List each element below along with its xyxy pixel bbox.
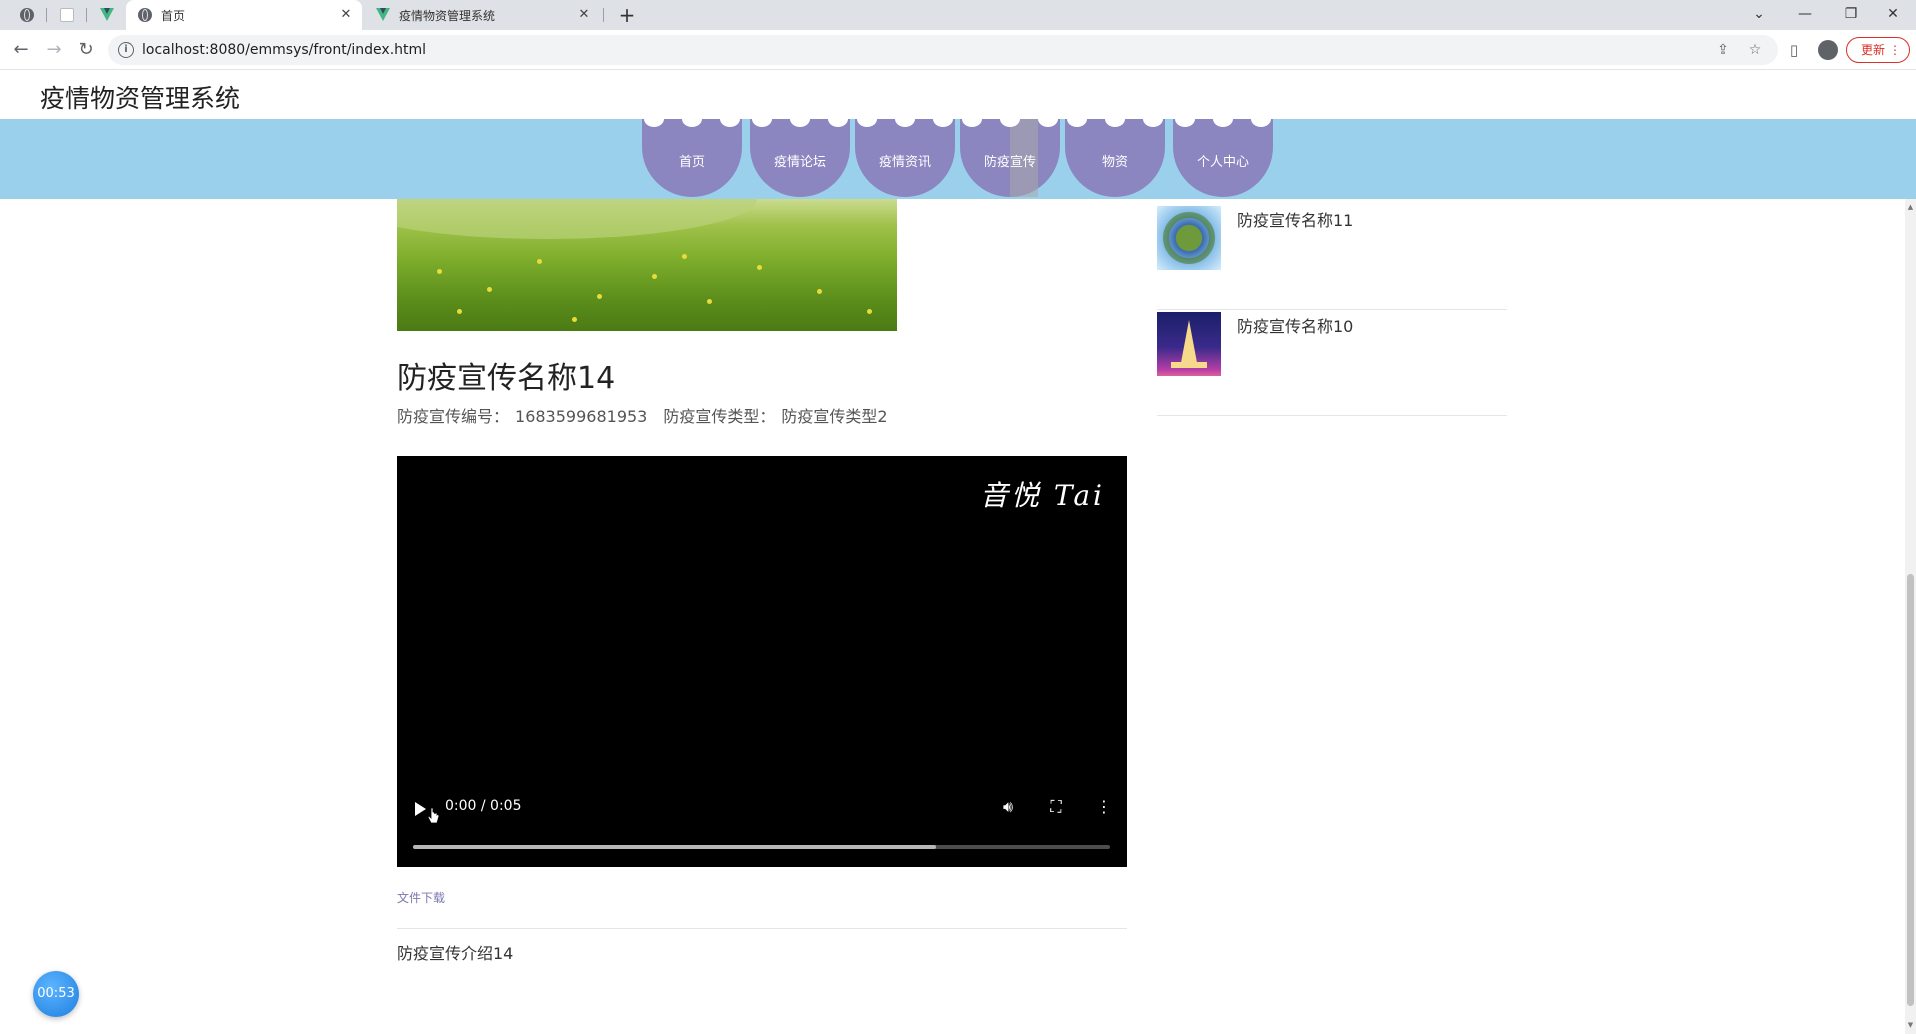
address-url[interactable]: localhost:8080/emmsys/front/index.html <box>142 42 426 58</box>
sidebar-item[interactable]: 防疫宣传名称10 <box>1157 312 1507 416</box>
sidebar-item-title[interactable]: 防疫宣传名称11 <box>1237 207 1353 231</box>
back-arrow-icon[interactable]: ← <box>9 38 33 62</box>
site-title: 疫情物资管理系统 <box>40 84 241 113</box>
globe-icon <box>138 8 152 22</box>
vue-logo-icon <box>100 8 114 22</box>
video-time: 0:00 / 0:05 <box>445 798 522 814</box>
blank-page-icon <box>60 8 74 22</box>
close-tab-icon[interactable]: ✕ <box>576 7 592 23</box>
content-divider <box>397 928 1127 929</box>
mouse-cursor-icon <box>428 807 440 824</box>
forward-arrow-icon[interactable]: → <box>42 38 66 62</box>
sidebar-thumb-image[interactable] <box>1157 312 1221 376</box>
profile-avatar-icon[interactable] <box>1818 40 1838 60</box>
fullscreen-icon[interactable]: ⛶ <box>1045 796 1067 818</box>
nav-label: 个人中心 <box>1196 155 1249 170</box>
article-title: 防疫宣传名称14 <box>397 361 616 396</box>
site-info-icon[interactable]: i <box>118 42 134 58</box>
nav-label: 防疫宣传 <box>983 155 1036 170</box>
update-label: 更新 <box>1861 43 1886 57</box>
sidebar-thumb-image[interactable] <box>1157 206 1221 270</box>
close-tab-icon[interactable]: ✕ <box>338 7 354 23</box>
nav-supplies[interactable]: 物资 <box>1065 111 1165 197</box>
video-buffered <box>413 845 936 849</box>
nav-news[interactable]: 疫情资讯 <box>855 111 955 197</box>
article-meta: 防疫宣传编号： 1683599681953 防疫宣传类型： 防疫宣传类型2 <box>397 403 894 427</box>
browser-tab-1[interactable] <box>8 0 44 30</box>
more-menu-icon: ⋮ <box>1889 43 1901 57</box>
file-download-link[interactable]: 文件下载 <box>397 889 445 906</box>
tab-separator <box>46 8 47 22</box>
scroll-up-icon[interactable]: ▲ <box>1907 203 1914 211</box>
nav-profile[interactable]: 个人中心 <box>1173 111 1273 197</box>
tab-title: 首页 <box>161 8 186 23</box>
nav-label: 疫情资讯 <box>878 155 931 170</box>
share-icon[interactable]: ⇪ <box>1714 41 1732 59</box>
browser-tabstrip: 首页 ✕ 疫情物资管理系统 ✕ + ⌄ — ❐ ✕ <box>0 0 1916 30</box>
tab-separator <box>603 8 604 22</box>
scroll-thumb[interactable] <box>1907 574 1914 1006</box>
video-progress-bar[interactable] <box>413 845 1110 849</box>
page-scrollbar[interactable]: ▲ ▼ <box>1905 199 1916 1034</box>
reload-icon[interactable]: ↻ <box>74 38 98 62</box>
nav-forum[interactable]: 疫情论坛 <box>750 111 850 197</box>
sidebar-item-title[interactable]: 防疫宣传名称10 <box>1237 313 1353 337</box>
nav-label: 疫情论坛 <box>773 155 826 170</box>
nav-home[interactable]: 首页 <box>642 111 742 197</box>
nav-publicity[interactable]: 防疫宣传 <box>960 111 1060 197</box>
browser-tab-home[interactable]: 首页 ✕ <box>126 0 362 30</box>
id-label: 防疫宣传编号： <box>397 407 510 426</box>
tab-search-icon[interactable]: ⌄ <box>1736 0 1782 30</box>
bookmark-star-icon[interactable]: ☆ <box>1746 41 1764 59</box>
browser-tab-system[interactable]: 疫情物资管理系统 ✕ <box>364 0 600 30</box>
id-value: 1683599681953 <box>515 407 648 426</box>
main-nav: 首页 疫情论坛 疫情资讯 防疫宣传 物资 个人中心 <box>0 111 1916 199</box>
restore-button[interactable]: ❐ <box>1828 0 1874 30</box>
minimize-button[interactable]: — <box>1782 0 1828 30</box>
address-bar[interactable]: i localhost:8080/emmsys/front/index.html… <box>108 35 1778 65</box>
sidebar-item[interactable]: 防疫宣传名称11 <box>1157 206 1507 310</box>
close-window-button[interactable]: ✕ <box>1870 0 1916 30</box>
new-tab-button[interactable]: + <box>616 4 638 26</box>
page-viewport: 疫情物资管理系统 首页 疫情论坛 疫情资讯 防疫宣传 物资 个人中心 防疫宣传名… <box>0 71 1916 1034</box>
article-cover-image <box>397 199 897 331</box>
update-button[interactable]: 更新 ⋮ <box>1846 37 1910 63</box>
browser-toolbar: ← → ↻ i localhost:8080/emmsys/front/inde… <box>0 30 1916 70</box>
tab-title: 疫情物资管理系统 <box>399 8 496 23</box>
scroll-down-icon[interactable]: ▼ <box>1907 1021 1914 1029</box>
browser-tab-3[interactable] <box>88 0 124 30</box>
volume-icon[interactable]: 🔊︎ <box>997 796 1019 818</box>
side-panel-icon[interactable]: ▯ <box>1784 40 1804 60</box>
video-player[interactable]: 音悦 Tai 0:00 / 0:05 🔊︎ ⛶ ⋮ <box>397 456 1127 867</box>
video-watermark: 音悦 Tai <box>979 479 1105 512</box>
article-intro: 防疫宣传介绍14 <box>397 944 514 963</box>
nav-label: 首页 <box>678 155 705 170</box>
nav-label: 物资 <box>1101 155 1128 170</box>
play-icon[interactable] <box>415 802 426 816</box>
type-value: 防疫宣传类型2 <box>781 407 888 426</box>
video-more-icon[interactable]: ⋮ <box>1093 796 1115 818</box>
site-header: 疫情物资管理系统 <box>0 71 1916 119</box>
type-label: 防疫宣传类型： <box>663 407 776 426</box>
globe-icon <box>20 8 34 22</box>
vue-logo-icon <box>376 8 390 22</box>
browser-tab-2[interactable] <box>48 0 84 30</box>
timer-badge[interactable]: 00:53 <box>33 971 79 1017</box>
tab-separator <box>86 8 87 22</box>
